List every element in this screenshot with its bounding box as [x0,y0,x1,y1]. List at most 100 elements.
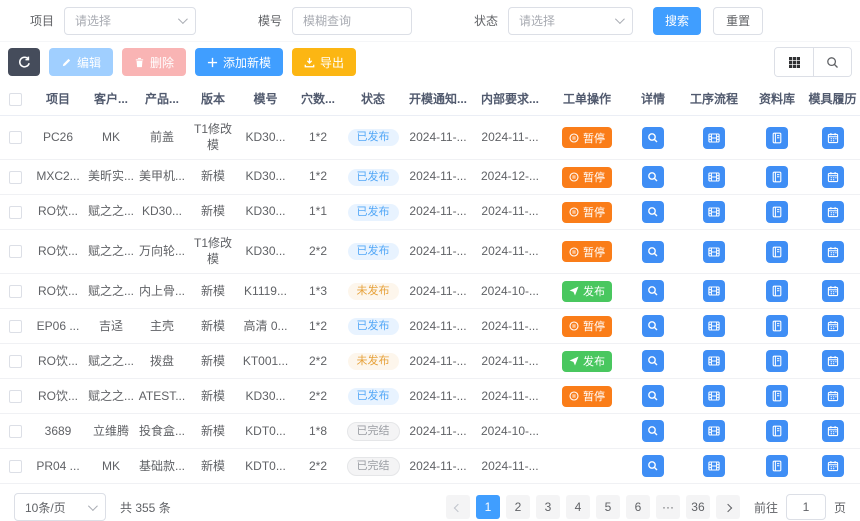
row-checkbox[interactable] [8,131,22,145]
pause-circle-icon [569,247,579,257]
library-button[interactable] [766,201,788,224]
cell-cavity: 1*3 [293,273,343,310]
library-button[interactable] [766,350,788,373]
detail-button[interactable] [642,385,664,408]
reset-button[interactable]: 重置 [713,6,764,35]
notebook-icon [771,425,783,437]
history-button[interactable] [821,420,844,443]
library-button[interactable] [766,166,788,189]
page-button-4[interactable]: 4 [565,495,590,520]
process-flow-button[interactable] [703,385,725,408]
publish-button[interactable]: 发布 [562,280,612,302]
pause-button[interactable]: 暂停 [562,201,612,223]
model-search-input[interactable] [292,6,413,35]
process-flow-button[interactable] [703,280,725,303]
history-button[interactable] [821,315,844,338]
status-select-placeholder: 请选择 [519,14,556,28]
pause-button[interactable]: 暂停 [562,241,612,263]
detail-button[interactable] [642,420,664,443]
row-checkbox[interactable] [8,319,22,333]
next-page-button[interactable] [715,495,740,520]
notebook-icon [771,171,783,183]
history-button[interactable] [821,385,844,408]
detail-button[interactable] [642,240,664,263]
library-button[interactable] [766,385,788,408]
row-checkbox[interactable] [8,284,22,298]
pause-button[interactable]: 暂停 [562,385,612,407]
detail-button[interactable] [642,280,664,303]
table-search-button[interactable] [813,48,851,76]
pause-button[interactable]: 暂停 [562,127,612,149]
history-button[interactable] [821,350,844,373]
page-size-select[interactable]: 10条/页 [14,493,106,521]
row-checkbox[interactable] [8,245,22,259]
prev-page-button[interactable] [445,495,470,520]
process-flow-button[interactable] [703,126,725,149]
page-button-2[interactable]: 2 [505,495,530,520]
page-button-36[interactable]: 36 [685,495,710,520]
page-button-3[interactable]: 3 [535,495,560,520]
library-button[interactable] [766,280,788,303]
cell-work-order: 暂停 发布 [547,159,627,196]
export-button[interactable]: 导出 [292,48,357,76]
column-grid-button[interactable] [775,48,813,76]
search-button[interactable]: 搜索 [653,6,702,35]
status-badge: 已发布 [347,317,399,335]
publish-button[interactable]: 发布 [562,350,612,372]
cell-customer: 赋之之... [86,229,136,275]
cell-project: MXC2... [30,159,86,196]
detail-button[interactable] [642,126,664,149]
row-checkbox[interactable] [8,205,22,219]
page-button-6[interactable]: 6 [625,495,650,520]
delete-button[interactable]: 删除 [122,48,187,76]
add-mold-button[interactable]: 添加新模 [195,48,284,76]
row-checkbox[interactable] [8,354,22,368]
cell-internal-date: 2024-11-... [473,343,547,380]
row-checkbox[interactable] [8,170,22,184]
grid-icon [788,56,801,69]
page-ellipsis[interactable]: ··· [655,495,680,520]
library-button[interactable] [766,420,788,443]
library-button[interactable] [766,126,788,149]
page-button-1[interactable]: 1 [475,495,500,520]
library-button[interactable] [766,240,788,263]
pause-button[interactable]: 暂停 [562,166,612,188]
cell-project: EP06 ... [30,308,86,345]
process-flow-button[interactable] [703,350,725,373]
history-button[interactable] [821,201,844,224]
project-select[interactable]: 请选择 [64,6,197,35]
cell-notice-date: 2024-11-... [403,159,473,196]
history-button[interactable] [821,166,844,189]
refresh-button[interactable] [8,48,40,76]
edit-button[interactable]: 编辑 [49,48,114,76]
process-flow-button[interactable] [703,420,725,443]
history-button[interactable] [821,240,844,263]
detail-button[interactable] [642,315,664,338]
cell-work-order: 暂停 发布 [547,413,627,450]
process-flow-button[interactable] [703,166,725,189]
process-flow-button[interactable] [703,240,725,263]
row-checkbox[interactable] [8,389,22,403]
process-flow-button[interactable] [703,201,725,224]
pause-button-label: 暂停 [583,132,605,145]
detail-button[interactable] [642,350,664,373]
goto-page-input[interactable] [785,494,826,521]
row-checkbox[interactable] [8,424,22,438]
calendar-icon [827,132,839,144]
row-checkbox[interactable] [8,459,22,473]
detail-button[interactable] [642,166,664,189]
cell-notice-date: 2024-11-... [403,343,473,380]
cell-project: RO饮... [30,194,86,231]
status-select[interactable]: 请选择 [508,6,634,35]
detail-button[interactable] [642,201,664,224]
library-button[interactable] [766,315,788,338]
pause-button[interactable]: 暂停 [562,315,612,337]
history-button[interactable] [821,280,844,303]
cell-product: 投食盒... [136,413,188,450]
cell-product: 美甲机... [136,159,188,196]
select-all-checkbox[interactable] [8,92,22,106]
process-flow-button[interactable] [703,315,725,338]
calendar-icon [827,320,839,332]
page-button-5[interactable]: 5 [595,495,620,520]
history-button[interactable] [821,126,844,149]
